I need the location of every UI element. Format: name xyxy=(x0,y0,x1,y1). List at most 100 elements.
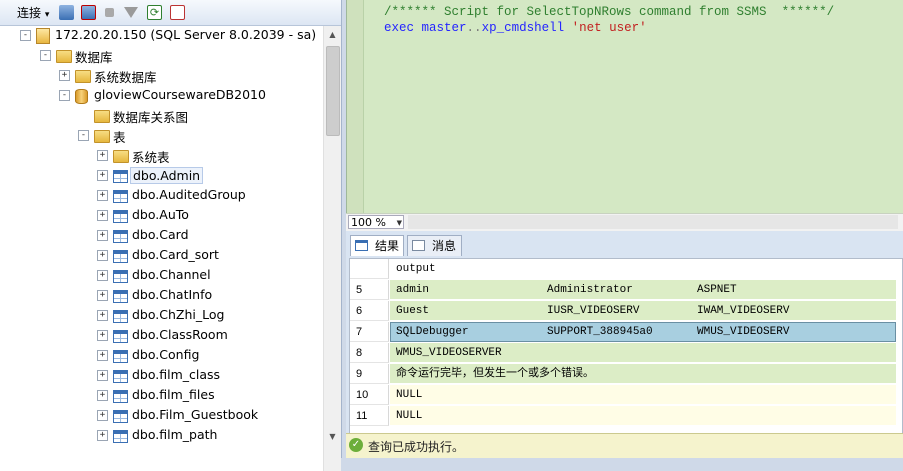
row-number[interactable]: 10 xyxy=(350,385,389,405)
expand-icon[interactable]: + xyxy=(97,190,108,201)
scroll-up-icon[interactable]: ▲ xyxy=(324,26,341,43)
filter-icon[interactable] xyxy=(124,7,138,18)
table-cell[interactable]: NULL xyxy=(390,406,840,426)
table-icon xyxy=(113,270,128,283)
table-cell[interactable]: Administrator xyxy=(541,280,691,300)
table-cell[interactable]: NULL xyxy=(390,385,840,405)
table-cell[interactable]: Guest xyxy=(390,301,541,321)
tree-node-label: 系统表 xyxy=(132,150,170,165)
tree-node[interactable]: -表 xyxy=(0,126,320,146)
expand-icon[interactable]: + xyxy=(97,390,108,401)
table-row[interactable]: 9 命令运行完毕，但发生一个或多个错误。 xyxy=(350,364,902,384)
status-bar: ✓ 查询已成功执行。 xyxy=(346,433,903,458)
table-icon xyxy=(113,310,128,323)
tree-node[interactable]: + 系统表 xyxy=(0,146,320,166)
row-number[interactable]: 7 xyxy=(350,322,389,342)
expand-icon[interactable]: + xyxy=(97,170,108,181)
table-cell[interactable]: SUPPORT_388945a0 xyxy=(541,322,691,342)
row-number[interactable]: 5 xyxy=(350,280,389,300)
table-icon xyxy=(113,370,128,383)
expand-icon[interactable]: + xyxy=(97,270,108,281)
tree-node[interactable]: + dbo.ChatInfo xyxy=(0,286,320,306)
table-cell[interactable]: IWAM_VIDEOSERV xyxy=(691,301,841,321)
table-icon xyxy=(113,230,128,243)
row-number[interactable]: 6 xyxy=(350,301,389,321)
table-cell[interactable]: SQLDebugger xyxy=(390,322,541,342)
tree-node[interactable]: + dbo.ClassRoom xyxy=(0,326,320,346)
table-row[interactable]: 5 admin Administrator ASPNET xyxy=(350,280,902,300)
scroll-thumb[interactable] xyxy=(326,46,340,136)
tab-messages-label: 消息 xyxy=(432,239,457,253)
connect-dropdown-icon[interactable]: ▾ xyxy=(45,10,50,20)
row-number[interactable]: 8 xyxy=(350,343,389,363)
table-cell[interactable]: 命令运行完毕，但发生一个或多个错误。 xyxy=(390,364,840,384)
stop-icon[interactable] xyxy=(105,8,114,17)
results-grid[interactable]: output 5 admin Administrator ASPNET 6 Guest IU… xyxy=(349,258,903,435)
collapse-icon[interactable]: - xyxy=(59,90,70,101)
expand-icon[interactable]: + xyxy=(97,410,108,421)
tree-node[interactable]: + dbo.film_path xyxy=(0,426,320,446)
editor-line-2: exec master..xp_cmdshell 'net user' xyxy=(384,21,647,35)
refresh-icon[interactable]: ⟳ xyxy=(147,5,162,20)
disconnect-icon[interactable] xyxy=(81,5,96,20)
expand-icon[interactable]: + xyxy=(97,290,108,301)
tree-node[interactable]: + dbo.film_class xyxy=(0,366,320,386)
tab-messages[interactable]: 消息 xyxy=(407,235,462,256)
editor-line-1: /****** Script for SelectTopNRows comman… xyxy=(384,5,835,19)
expand-icon[interactable]: + xyxy=(97,150,108,161)
expand-icon[interactable]: + xyxy=(59,70,70,81)
tree-node[interactable]: + dbo.ChZhi_Log xyxy=(0,306,320,326)
table-row[interactable]: 6 Guest IUSR_VIDEOSERV IWAM_VIDEOSERV xyxy=(350,301,902,321)
tab-results[interactable]: 结果 xyxy=(350,235,404,256)
tree-node[interactable]: + dbo.Admin xyxy=(0,166,320,186)
expand-icon[interactable]: + xyxy=(97,230,108,241)
column-header-output[interactable]: output xyxy=(390,259,590,279)
tree-node-label: dbo.ChatInfo xyxy=(132,287,213,302)
tree-node-label: dbo.AuTo xyxy=(132,207,189,222)
tree-node[interactable]: + dbo.Card xyxy=(0,226,320,246)
expand-icon[interactable]: + xyxy=(97,350,108,361)
expand-icon[interactable]: + xyxy=(97,370,108,381)
expand-icon[interactable]: + xyxy=(97,430,108,441)
collapse-icon[interactable]: - xyxy=(20,30,31,41)
tree-node[interactable]: + dbo.AuTo xyxy=(0,206,320,226)
table-cell[interactable]: WMUS_VIDEOSERVER xyxy=(390,343,840,363)
tree-node[interactable]: + 系统数据库 xyxy=(0,66,320,86)
expand-icon[interactable]: + xyxy=(97,250,108,261)
collapse-icon[interactable]: - xyxy=(40,50,51,61)
editor-horizontal-scrollbar[interactable] xyxy=(408,215,898,229)
row-number[interactable]: 9 xyxy=(350,364,389,384)
tree-node[interactable]: + dbo.Film_Guestbook xyxy=(0,406,320,426)
table-row[interactable]: 11 NULL xyxy=(350,406,902,426)
row-number[interactable]: 11 xyxy=(350,406,389,426)
tree-node[interactable]: - 172.20.20.150 (SQL Server 8.0.2039 - sa… xyxy=(0,26,320,46)
collapse-icon[interactable]: - xyxy=(78,130,89,141)
expand-icon[interactable]: + xyxy=(97,330,108,341)
chevron-down-icon[interactable]: ▼ xyxy=(397,216,402,230)
tree-node[interactable]: + dbo.Channel xyxy=(0,266,320,286)
table-cell[interactable]: ASPNET xyxy=(691,280,841,300)
tree-vertical-scrollbar[interactable]: ▲ ▼ xyxy=(323,26,341,471)
tree-node[interactable]: + dbo.Card_sort xyxy=(0,246,320,266)
tree-node[interactable]: + dbo.film_files xyxy=(0,386,320,406)
tree-node[interactable]: - 数据库 xyxy=(0,46,320,66)
tree-node-label: 系统数据库 xyxy=(94,70,157,85)
tree-node[interactable]: + dbo.AuditedGroup xyxy=(0,186,320,206)
expand-icon[interactable]: + xyxy=(97,210,108,221)
table-cell[interactable]: admin xyxy=(390,280,541,300)
tree-node[interactable]: - gloviewCoursewareDB2010 xyxy=(0,86,320,106)
zoom-select[interactable]: 100 % ▼ xyxy=(348,215,404,229)
tree-node[interactable]: 数据库关系图 xyxy=(0,106,320,126)
tree-node[interactable]: + dbo.Config xyxy=(0,346,320,366)
table-row[interactable]: 8 WMUS_VIDEOSERVER xyxy=(350,343,902,363)
query-editor[interactable]: /****** Script for SelectTopNRows comman… xyxy=(346,0,903,213)
scroll-down-icon[interactable]: ▼ xyxy=(324,428,341,445)
connect-button[interactable]: 连接 ▾ xyxy=(17,4,49,21)
table-row[interactable]: 7 SQLDebugger SUPPORT_388945a0 WMUS_VIDEOSE… xyxy=(350,322,902,342)
table-cell[interactable]: WMUS_VIDEOSERV xyxy=(691,322,841,342)
table-row[interactable]: 10 NULL xyxy=(350,385,902,405)
summary-icon[interactable] xyxy=(170,5,185,20)
expand-icon[interactable]: + xyxy=(97,310,108,321)
table-cell[interactable]: IUSR_VIDEOSERV xyxy=(541,301,691,321)
connect-object-explorer-icon[interactable] xyxy=(59,5,74,20)
